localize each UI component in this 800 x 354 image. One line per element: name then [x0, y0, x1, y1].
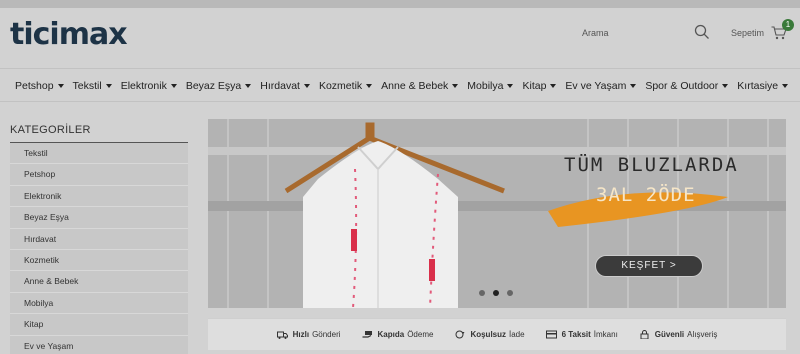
caret-down-icon: [170, 84, 177, 88]
feature-item: Kapıda Ödeme: [362, 330, 434, 339]
nav-item-label: Kırtasiye: [737, 80, 779, 92]
feature-item: Hızlı Gönderi: [276, 330, 341, 339]
sidebar-item-ev-ve-ya-am[interactable]: Ev ve Yaşam: [10, 335, 188, 354]
caret-down-icon: [303, 84, 310, 88]
nav-item-label: Petshop: [15, 80, 54, 92]
banner-image: [208, 119, 786, 308]
feature-label: Ödeme: [407, 330, 434, 339]
nav-item-label: Beyaz Eşya: [185, 80, 242, 92]
banner-subtitle: 3AL 2ÖDE: [596, 184, 696, 206]
nav-item-label: Tekstil: [72, 80, 102, 92]
sidebar-item-kitap[interactable]: Kitap: [10, 314, 188, 336]
banner-title: TÜM BLUZLARDA: [564, 154, 739, 176]
slider-dot[interactable]: [493, 290, 499, 296]
nav-item-kitap[interactable]: Kitap: [522, 80, 557, 92]
feature-item: Güvenli Alışveriş: [639, 330, 718, 339]
caret-down-icon: [550, 84, 557, 88]
caret-down-icon: [57, 84, 64, 88]
slider-dot[interactable]: [479, 290, 485, 296]
nav-item-tekstil[interactable]: Tekstil: [73, 80, 112, 92]
feature-bold-label: Güvenli: [654, 330, 685, 339]
sidebar-title: KATEGORİLER: [10, 116, 188, 143]
nav-item-label: Spor & Outdoor: [645, 80, 719, 92]
nav-item-petshop[interactable]: Petshop: [15, 80, 64, 92]
caret-down-icon: [105, 84, 112, 88]
feature-bold-label: Hızlı: [292, 330, 310, 339]
features-bar: Hızlı Gönderi Kapıda Ödeme Koşulsuz İade 6 Tak…: [208, 318, 786, 350]
feature-item: Koşulsuz İade: [454, 330, 525, 339]
sidebar-item-beyaz-e-ya[interactable]: Beyaz Eşya: [10, 207, 188, 229]
feature-item: 6 Taksit İmkanı: [545, 330, 618, 339]
top-bar: [0, 0, 800, 8]
nav-item-spor-outdoor[interactable]: Spor & Outdoor: [645, 80, 729, 92]
nav-item-kozmetik[interactable]: Kozmetik: [318, 80, 373, 92]
sidebar-item-tekstil[interactable]: Tekstil: [10, 143, 188, 165]
nav-item-label: Hırdavat: [260, 80, 300, 92]
nav-item-label: Kozmetik: [318, 80, 363, 92]
main-nav: Petshop Tekstil Elektronik Beyaz Eşya Hırdav…: [0, 68, 800, 102]
nav-item-beyaz-e-ya[interactable]: Beyaz Eşya: [185, 80, 252, 92]
nav-item-elektronik[interactable]: Elektronik: [121, 80, 177, 92]
truck-icon: [276, 331, 288, 339]
nav-item-mobilya[interactable]: Mobilya: [467, 80, 514, 92]
feature-label: Alışveriş: [687, 330, 718, 339]
feature-label: İade: [509, 330, 525, 339]
caret-down-icon: [245, 84, 252, 88]
hero-banner[interactable]: [208, 119, 786, 308]
sidebar-item-anne-bebek[interactable]: Anne & Bebek: [10, 271, 188, 293]
slider-dots: [479, 290, 513, 296]
nav-item-k-rtasiye[interactable]: Kırtasiye: [737, 80, 789, 92]
nav-item-anne-bebek[interactable]: Anne & Bebek: [381, 80, 459, 92]
feature-label: Gönderi: [312, 330, 341, 339]
lock-icon: [640, 330, 649, 339]
feature-bold-label: Kapıda: [377, 330, 405, 339]
cart-count-badge: 1: [782, 19, 794, 31]
card-icon: [545, 330, 557, 339]
cart-label[interactable]: Sepetim: [731, 28, 764, 38]
caret-down-icon: [630, 84, 637, 88]
caret-down-icon: [782, 84, 789, 88]
site-header: ticimax Arama Sepetim 1: [0, 8, 800, 64]
search-input[interactable]: Arama: [582, 28, 609, 38]
nav-item-label: Ev ve Yaşam: [565, 80, 627, 92]
nav-item-label: Mobilya: [467, 80, 504, 92]
caret-down-icon: [366, 84, 373, 88]
category-sidebar: KATEGORİLER Tekstil Petshop Elektronik Beya…: [10, 116, 188, 354]
sidebar-item-kozmetik[interactable]: Kozmetik: [10, 249, 188, 272]
logo[interactable]: ticimax: [10, 18, 128, 52]
sidebar-item-h-rdavat[interactable]: Hırdavat: [10, 228, 188, 250]
nav-item-label: Elektronik: [120, 80, 167, 92]
sidebar-item-petshop[interactable]: Petshop: [10, 164, 188, 186]
explore-button[interactable]: KEŞFET >: [595, 255, 703, 277]
caret-down-icon: [452, 84, 459, 88]
caret-down-icon: [507, 84, 514, 88]
nav-item-label: Kitap: [522, 80, 547, 92]
nav-item-label: Anne & Bebek: [381, 80, 449, 92]
sidebar-item-mobilya[interactable]: Mobilya: [10, 292, 188, 315]
sidebar-item-elektronik[interactable]: Elektronik: [10, 185, 188, 208]
feature-bold-label: Koşulsuz: [470, 330, 506, 339]
caret-down-icon: [722, 84, 729, 88]
hand-cash-icon: [362, 331, 372, 338]
slider-dot[interactable]: [507, 290, 513, 296]
return-icon: [455, 330, 465, 339]
nav-item-ev-ve-ya-am[interactable]: Ev ve Yaşam: [565, 80, 637, 92]
feature-bold-label: 6 Taksit: [561, 330, 591, 339]
nav-item-h-rdavat[interactable]: Hırdavat: [260, 80, 310, 92]
feature-label: İmkanı: [593, 330, 618, 339]
search-icon[interactable]: [694, 24, 710, 40]
